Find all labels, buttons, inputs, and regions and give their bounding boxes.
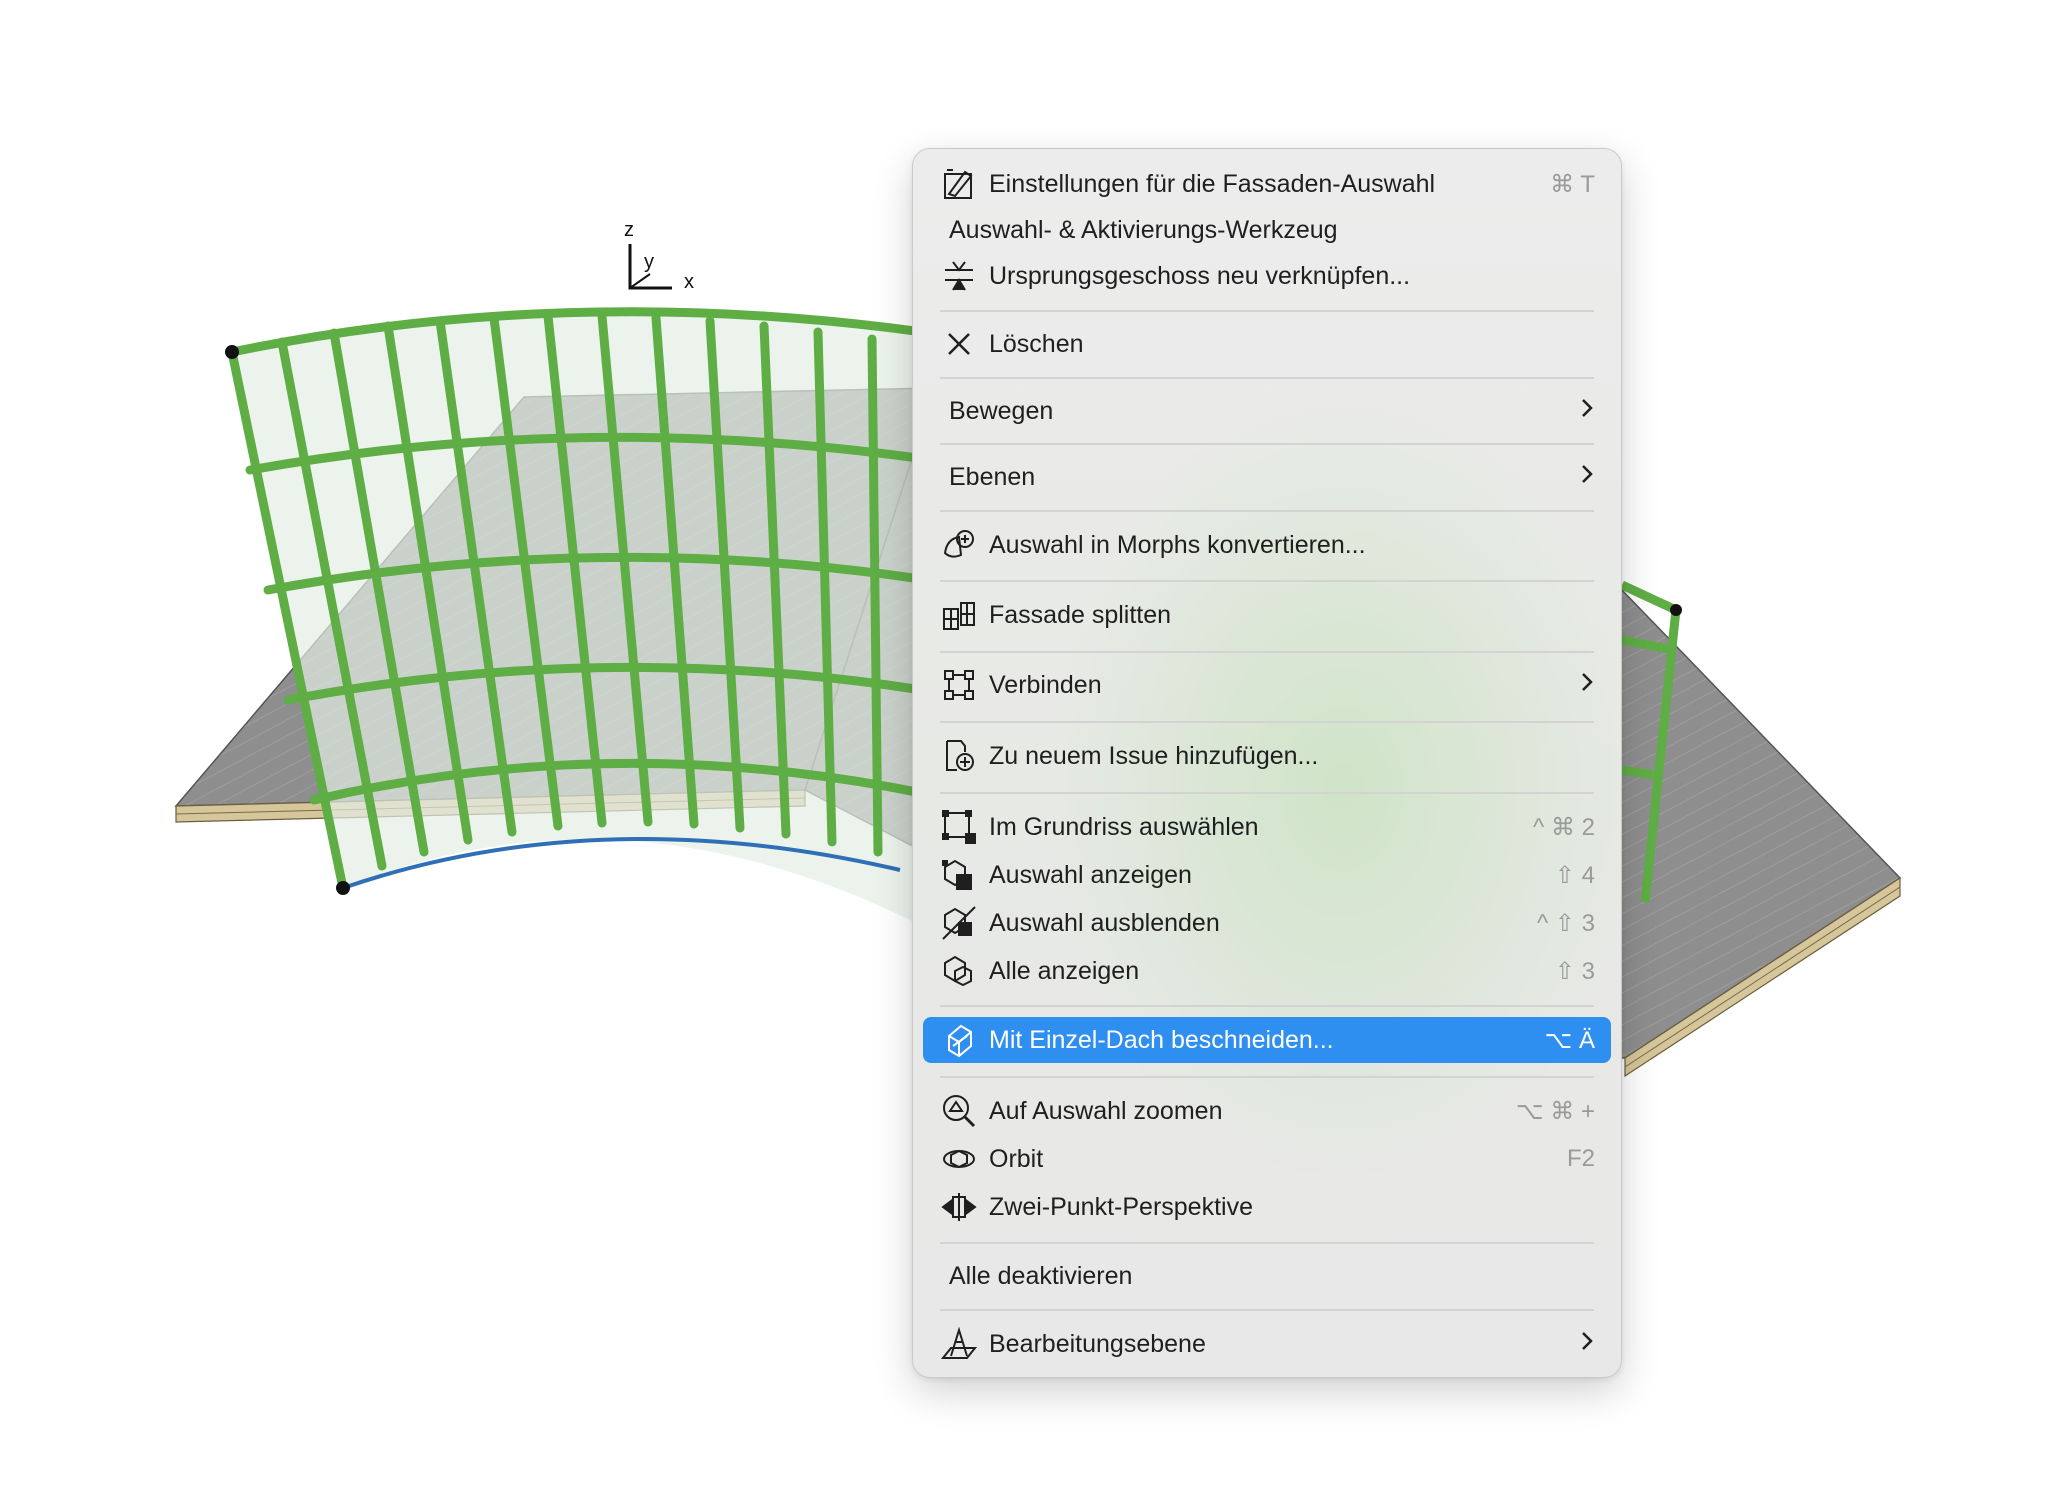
menu-item-layers[interactable]: Ebenen bbox=[923, 454, 1611, 500]
show-selection-icon bbox=[939, 855, 979, 895]
trim-roof-icon bbox=[939, 1020, 979, 1060]
menu-item-shortcut: ^ ⇧ 3 bbox=[1536, 909, 1595, 937]
menu-item-label: Fassade splitten bbox=[989, 600, 1172, 629]
menu-item-label: Orbit bbox=[989, 1144, 1044, 1173]
menu-item-shortcut: ⇧ 3 bbox=[1554, 957, 1595, 985]
menu-item-label: Ursprungsgeschoss neu verknüpfen... bbox=[989, 261, 1411, 290]
hide-selection-icon bbox=[939, 903, 979, 943]
menu-item-label: Auswahl anzeigen bbox=[989, 860, 1192, 889]
zoom-selection-icon bbox=[939, 1091, 979, 1131]
menu-item-shortcut: ⇧ 4 bbox=[1554, 861, 1595, 889]
menu-item-label: Einstellungen für die Fassaden-Auswahl bbox=[989, 169, 1436, 198]
menu-item-trim-roof[interactable]: Mit Einzel-Dach beschneiden... ⌥ Ä bbox=[923, 1017, 1611, 1063]
connect-icon bbox=[939, 665, 979, 705]
menu-separator bbox=[940, 1005, 1594, 1007]
settings-icon bbox=[939, 164, 979, 204]
menu-separator bbox=[940, 580, 1594, 582]
menu-separator bbox=[940, 1076, 1594, 1078]
menu-item-shortcut: ⌥ ⌘ + bbox=[1515, 1097, 1595, 1125]
menu-item-add-issue[interactable]: Zu neuem Issue hinzufügen... bbox=[923, 733, 1611, 779]
morph-icon bbox=[939, 525, 979, 565]
menu-item-orbit[interactable]: Orbit F2 bbox=[923, 1136, 1611, 1182]
menu-item-shortcut: ⌥ Ä bbox=[1544, 1026, 1595, 1054]
menu-item-hide-selection[interactable]: Auswahl ausblenden ^ ⇧ 3 bbox=[923, 900, 1611, 946]
menu-item-shortcut: ⌘ T bbox=[1550, 170, 1595, 198]
axis-x-label: x bbox=[684, 271, 694, 293]
edit-plane-icon bbox=[939, 1324, 979, 1364]
menu-item-relink-story[interactable]: Ursprungsgeschoss neu verknüpfen... bbox=[923, 253, 1611, 299]
menu-separator bbox=[940, 1309, 1594, 1311]
menu-separator bbox=[940, 1242, 1594, 1244]
chevron-right-icon bbox=[1579, 1330, 1595, 1359]
menu-item-label: Alle deaktivieren bbox=[949, 1261, 1133, 1290]
menu-separator bbox=[940, 651, 1594, 653]
menu-item-shortcut: F2 bbox=[1566, 1145, 1595, 1172]
chevron-right-icon bbox=[1579, 463, 1595, 492]
menu-item-label: Auf Auswahl zoomen bbox=[989, 1096, 1223, 1125]
menu-separator bbox=[940, 443, 1594, 445]
menu-item-label: Auswahl in Morphs konvertieren... bbox=[989, 530, 1366, 559]
chevron-right-icon bbox=[1579, 671, 1595, 700]
menu-item-label: Bewegen bbox=[949, 396, 1054, 425]
floorplan-select-icon bbox=[939, 807, 979, 847]
menu-separator bbox=[940, 377, 1594, 379]
menu-item-selection-tool[interactable]: Auswahl- & Aktivierungs-Werkzeug bbox=[923, 207, 1611, 253]
menu-item-label: Auswahl- & Aktivierungs-Werkzeug bbox=[949, 215, 1338, 244]
issue-add-icon bbox=[939, 736, 979, 776]
menu-item-edit-plane[interactable]: Bearbeitungsebene bbox=[923, 1321, 1611, 1367]
context-menu: Einstellungen für die Fassaden-Auswahl ⌘… bbox=[912, 148, 1622, 1378]
menu-item-show-selection[interactable]: Auswahl anzeigen ⇧ 4 bbox=[923, 852, 1611, 898]
menu-item-label: Alle anzeigen bbox=[989, 956, 1140, 985]
menu-item-label: Bearbeitungsebene bbox=[989, 1329, 1206, 1358]
facade-split-icon bbox=[939, 595, 979, 635]
close-icon bbox=[939, 324, 979, 364]
menu-item-shortcut: ^ ⌘ 2 bbox=[1533, 813, 1595, 841]
menu-item-label: Löschen bbox=[989, 329, 1084, 358]
axis-z-label: z bbox=[624, 219, 634, 241]
menu-item-select-floorplan[interactable]: Im Grundriss auswählen ^ ⌘ 2 bbox=[923, 804, 1611, 850]
menu-item-label: Zu neuem Issue hinzufügen... bbox=[989, 741, 1319, 770]
menu-item-move[interactable]: Bewegen bbox=[923, 388, 1611, 434]
menu-separator bbox=[940, 792, 1594, 794]
menu-item-convert-morphs[interactable]: Auswahl in Morphs konvertieren... bbox=[923, 522, 1611, 568]
axis-gizmo: z y x bbox=[624, 219, 694, 293]
axis-y-label: y bbox=[644, 251, 654, 273]
menu-item-zoom-selection[interactable]: Auf Auswahl zoomen ⌥ ⌘ + bbox=[923, 1088, 1611, 1134]
menu-item-label: Verbinden bbox=[989, 670, 1102, 699]
menu-item-label: Zwei-Punkt-Perspektive bbox=[989, 1192, 1253, 1221]
menu-item-connect[interactable]: Verbinden bbox=[923, 662, 1611, 708]
menu-item-facade-settings[interactable]: Einstellungen für die Fassaden-Auswahl ⌘… bbox=[923, 161, 1611, 207]
chevron-right-icon bbox=[1579, 397, 1595, 426]
orbit-icon bbox=[939, 1139, 979, 1179]
menu-item-delete[interactable]: Löschen bbox=[923, 321, 1611, 367]
menu-item-deselect-all[interactable]: Alle deaktivieren bbox=[923, 1253, 1611, 1299]
menu-item-label: Mit Einzel-Dach beschneiden... bbox=[989, 1025, 1334, 1054]
menu-separator bbox=[940, 721, 1594, 723]
two-point-icon bbox=[939, 1187, 979, 1227]
show-all-icon bbox=[939, 951, 979, 991]
story-link-icon bbox=[939, 256, 979, 296]
menu-separator bbox=[940, 510, 1594, 512]
menu-item-show-all[interactable]: Alle anzeigen ⇧ 3 bbox=[923, 948, 1611, 994]
menu-item-split-facade[interactable]: Fassade splitten bbox=[923, 592, 1611, 638]
menu-item-label: Im Grundriss auswählen bbox=[989, 812, 1259, 841]
menu-item-label: Ebenen bbox=[949, 462, 1036, 491]
menu-item-two-point-perspective[interactable]: Zwei-Punkt-Perspektive bbox=[923, 1184, 1611, 1230]
menu-separator bbox=[940, 310, 1594, 312]
menu-item-label: Auswahl ausblenden bbox=[989, 908, 1220, 937]
